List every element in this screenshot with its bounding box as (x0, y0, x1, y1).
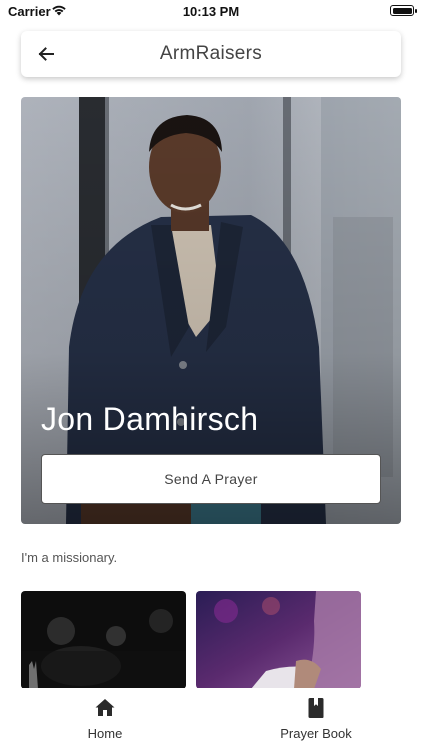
battery-icon (390, 5, 417, 16)
clock: 10:13 PM (182, 4, 240, 19)
book-icon (308, 698, 324, 718)
send-prayer-button[interactable]: Send A Prayer (41, 454, 381, 504)
home-icon (95, 699, 115, 716)
app-bar: ArmRaisers (21, 31, 401, 77)
worship-photo (21, 591, 186, 689)
nav-home-label: Home (87, 726, 123, 741)
media-thumbnail[interactable] (196, 591, 361, 689)
nav-prayer-book[interactable]: Prayer Book (256, 696, 376, 741)
profile-bio: I'm a missionary. (21, 550, 118, 565)
nav-prayer-book-label: Prayer Book (280, 726, 352, 741)
profile-hero: Jon Damhirsch Send A Prayer (21, 97, 401, 524)
nav-home[interactable]: Home (45, 696, 165, 741)
status-bar: Carrier 10:13 PM (0, 0, 422, 22)
profile-name: Jon Damhirsch (41, 401, 259, 437)
reading-photo (196, 591, 361, 689)
page-title: ArmRaisers (159, 43, 263, 64)
bottom-nav: Home Prayer Book (0, 688, 422, 750)
media-thumbnail[interactable] (21, 591, 186, 689)
